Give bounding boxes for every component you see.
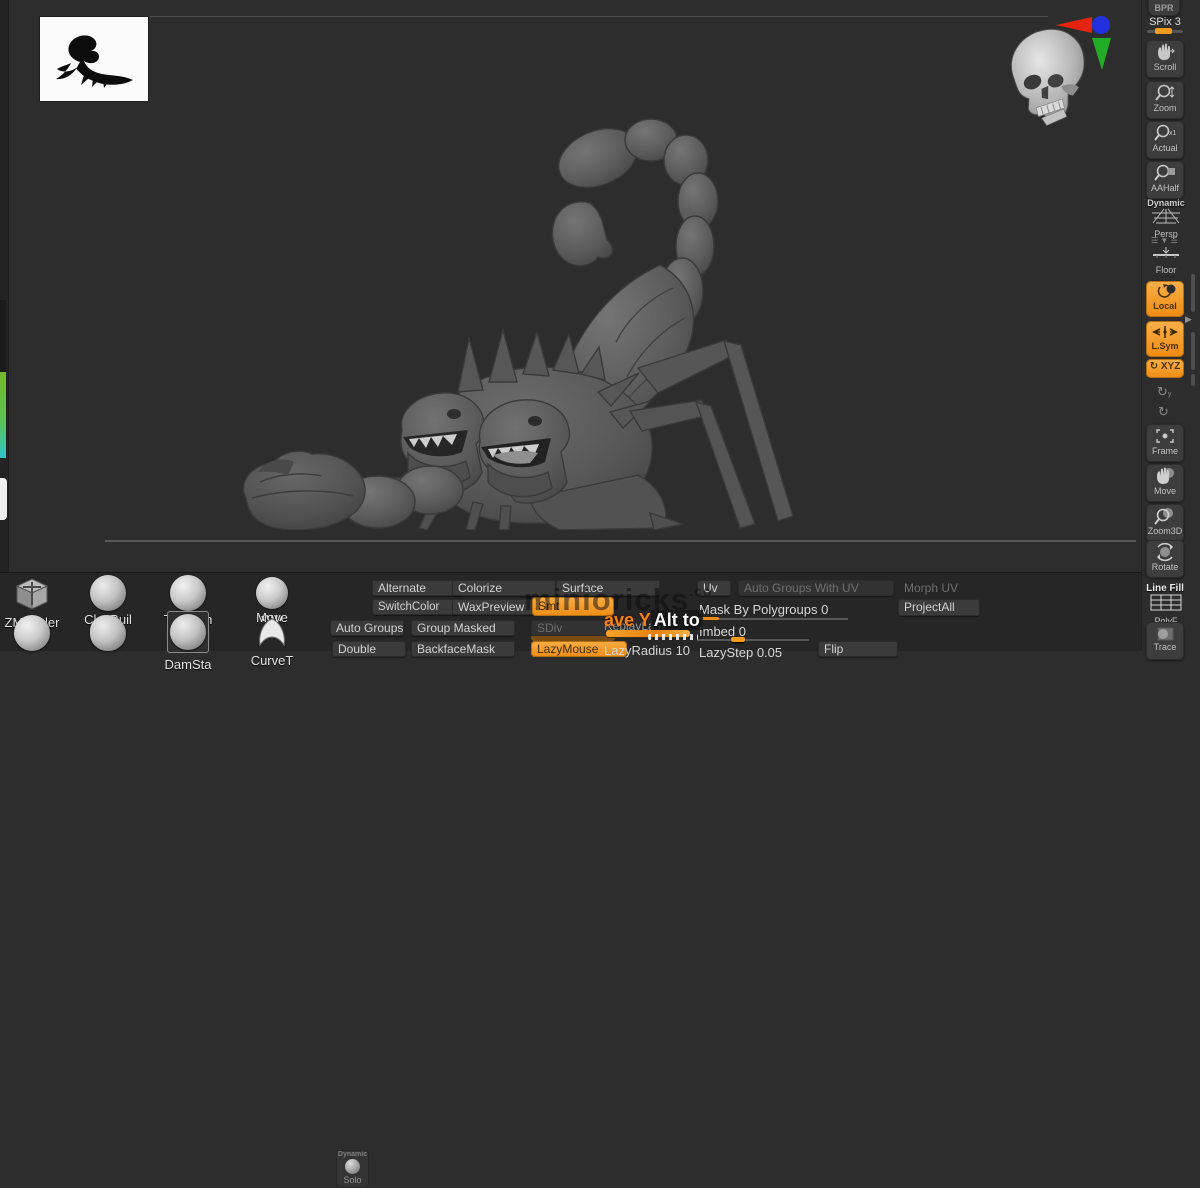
persp-button[interactable]: Dynamic Persp (1146, 198, 1186, 239)
document-top-edge (150, 16, 1048, 17)
trace-button[interactable]: Trace (1146, 622, 1184, 660)
imbed-handle[interactable] (731, 637, 745, 642)
double-toggle[interactable]: Double (332, 641, 406, 657)
projectall-button[interactable]: ProjectAll (898, 599, 980, 616)
mini-divider-icons[interactable]: ☰ ▼ ☰ (1151, 236, 1178, 245)
magnifier-zoom-icon (1154, 84, 1176, 102)
surface-toggle[interactable]: Surface (556, 580, 660, 596)
symmetry-arrows-icon (1152, 324, 1178, 340)
bottom-toolbar: ZModeler ClayBuil TrimDyn Move DamSta Cu… (0, 572, 1141, 651)
standard-brush-icon (14, 615, 50, 651)
lazyradius-slider[interactable]: LazyRadius 10 (604, 643, 690, 658)
uv-button[interactable]: Uv (697, 580, 731, 596)
shelf-scroll-arrow-icon[interactable]: ▶ (1185, 314, 1192, 325)
video-caption: ave YAlt to (604, 610, 703, 631)
zoom3d-icon (1154, 507, 1176, 525)
frame-brackets-icon (1154, 427, 1176, 445)
rotate-y-mini-icon[interactable]: ↻y (1157, 384, 1171, 400)
bpr-button[interactable]: BPR (1148, 0, 1180, 16)
lazystep-slider[interactable]: LazyStep 0.05 (699, 645, 782, 660)
curvetube-icon (254, 615, 290, 649)
solo-sphere-icon (345, 1159, 360, 1174)
move-button[interactable]: Move (1146, 464, 1184, 502)
auto-groups-with-uv-button[interactable]: Auto Groups With UV (738, 580, 894, 596)
smt-toggle[interactable]: Smt (532, 597, 614, 616)
perspective-grid-icon (1151, 208, 1181, 224)
morph-uv-button[interactable]: Morph UV (898, 580, 990, 596)
shelf-scrollbar[interactable]: ▶ (1191, 0, 1197, 650)
brush-damstandard-selected[interactable]: DamSta (158, 611, 218, 672)
polyframe-grid-icon (1150, 594, 1182, 611)
hand-scroll-icon (1154, 43, 1176, 61)
rotate-mini-icon[interactable]: ↻ (1158, 404, 1169, 420)
floor-grid-icon (1151, 246, 1181, 260)
dynamic-solo-button[interactable]: Dynamic Solo (336, 1150, 369, 1188)
brush-standard[interactable] (2, 615, 62, 651)
gizmo-x-axis-icon (1056, 17, 1092, 33)
creature-model[interactable] (230, 100, 830, 530)
caption-specks (648, 634, 698, 640)
local-pivot-icon (1153, 284, 1177, 300)
gizmo-y-axis-icon (1092, 38, 1111, 70)
switchcolor-button[interactable]: SwitchColor (372, 599, 458, 615)
polish-brush-icon (90, 615, 126, 651)
local-button[interactable]: Local (1146, 281, 1184, 317)
zoom-button[interactable]: Zoom (1146, 81, 1184, 119)
svg-text:x1: x1 (1169, 130, 1176, 137)
aahalf-button[interactable]: AAHalf (1146, 161, 1184, 199)
camera-orientation-gizmo[interactable] (1055, 14, 1117, 72)
zmodeler-cube-icon (13, 577, 51, 611)
line-fill-label: Line Fill (1142, 583, 1188, 594)
scorpion-silhouette-icon (40, 17, 148, 101)
left-tray-dark-strip (0, 300, 6, 372)
zoom3d-button[interactable]: Zoom3D (1146, 504, 1184, 542)
hand-move-icon (1154, 467, 1176, 485)
spix-handle[interactable] (1155, 28, 1172, 34)
mask-by-polygroups-track[interactable] (697, 618, 848, 620)
scroll-button[interactable]: Scroll (1146, 40, 1184, 78)
spix-slider[interactable]: SPix 3 (1142, 16, 1188, 28)
flip-button[interactable]: Flip (818, 641, 898, 657)
rotate-arrows-icon (1154, 543, 1176, 561)
lsym-button[interactable]: L.Sym (1146, 321, 1184, 357)
auto-groups-button[interactable]: Auto Groups (330, 620, 404, 636)
trace-icon (1154, 625, 1176, 641)
xyz-button[interactable]: ↻ XYZ (1146, 359, 1184, 378)
sdiv-slider[interactable]: SDiv (531, 620, 615, 636)
rotate-button[interactable]: Rotate (1146, 540, 1184, 578)
brush-curvetube[interactable]: CurveT (242, 615, 302, 668)
magnifier-half-icon (1154, 164, 1176, 182)
brush-polish[interactable] (78, 615, 138, 651)
document-bottom-edge (105, 540, 1136, 542)
damstandard-icon (170, 614, 206, 650)
mask-by-polygroups-slider[interactable]: Mask By Polygroups 0 (699, 602, 828, 617)
alternate-toggle[interactable]: Alternate (372, 580, 464, 596)
right-shelf: BPR SPix 3 Scroll Zoom x1 Actual (1141, 0, 1200, 650)
actual-button[interactable]: x1 Actual (1146, 121, 1184, 159)
color-picker-edge[interactable] (0, 372, 6, 458)
gizmo-z-axis-icon (1092, 16, 1110, 34)
colorize-toggle[interactable]: Colorize (452, 580, 556, 596)
group-masked-button[interactable]: Group Masked (411, 620, 515, 636)
claybuildup-icon (90, 575, 126, 611)
sculpt-viewport[interactable]: minioricks.co (0, 0, 1141, 573)
imbed-track[interactable] (697, 639, 809, 641)
backfacemask-button[interactable]: BackfaceMask (411, 641, 515, 657)
frame-button[interactable]: Frame (1146, 424, 1184, 462)
reference-image-thumbnail[interactable] (40, 17, 148, 101)
left-tray-white-tab[interactable] (0, 478, 7, 520)
floor-button[interactable]: Floor (1146, 246, 1186, 275)
trimdynamic-icon (170, 575, 206, 611)
move-brush-icon (256, 577, 288, 609)
magnifier-actual-icon: x1 (1154, 124, 1176, 142)
